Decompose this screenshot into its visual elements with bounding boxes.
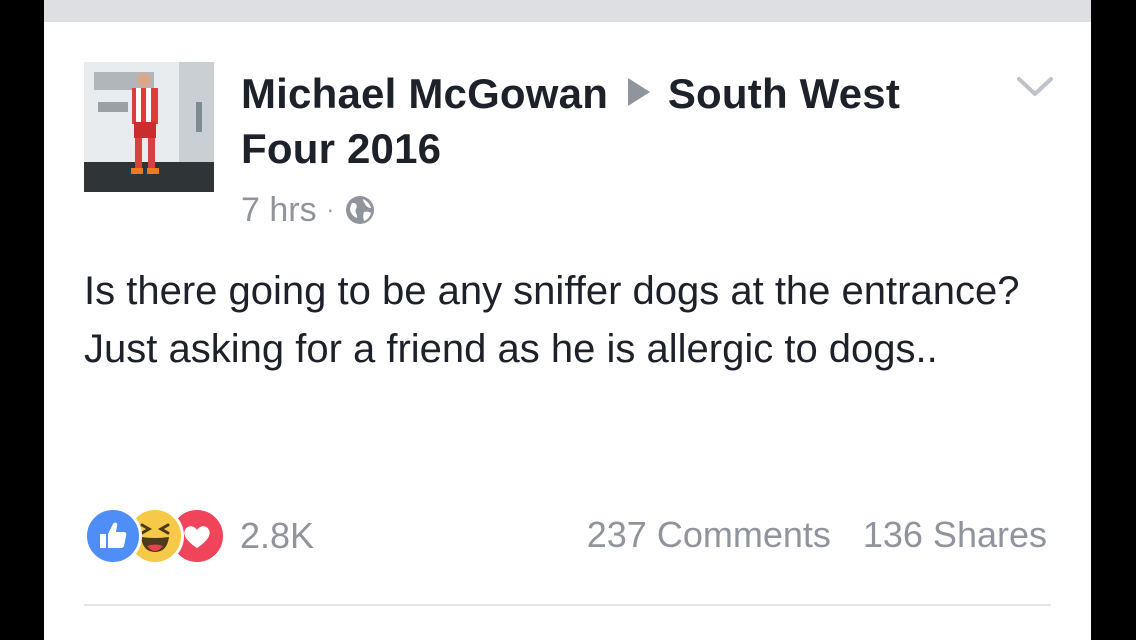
globe-icon[interactable] [344, 194, 376, 226]
comments-count[interactable]: 237 Comments [587, 514, 831, 558]
post-meta: 7 hrs · [241, 190, 376, 230]
post-header: Michael McGowan South West Four 2016 [241, 66, 1001, 176]
author-name[interactable]: Michael McGowan [241, 70, 608, 117]
top-bar [44, 0, 1091, 22]
shares-count[interactable]: 136 Shares [863, 514, 1047, 558]
author-avatar[interactable] [84, 62, 214, 192]
divider [84, 604, 1051, 606]
like-icon [84, 507, 142, 565]
chevron-down-icon[interactable] [1015, 74, 1055, 100]
post-timestamp[interactable]: 7 hrs [241, 191, 317, 230]
engagement-stats: 237 Comments 136 Shares [587, 514, 1047, 558]
meta-separator: · [326, 197, 334, 222]
reaction-count: 2.8K [240, 515, 315, 556]
right-arrow-icon [627, 78, 650, 106]
reactions-summary[interactable]: 2.8K [84, 507, 315, 565]
post-card: Michael McGowan South West Four 2016 7 h… [44, 22, 1091, 640]
post-body-text: Is there going to be any sniffer dogs at… [84, 269, 1020, 371]
